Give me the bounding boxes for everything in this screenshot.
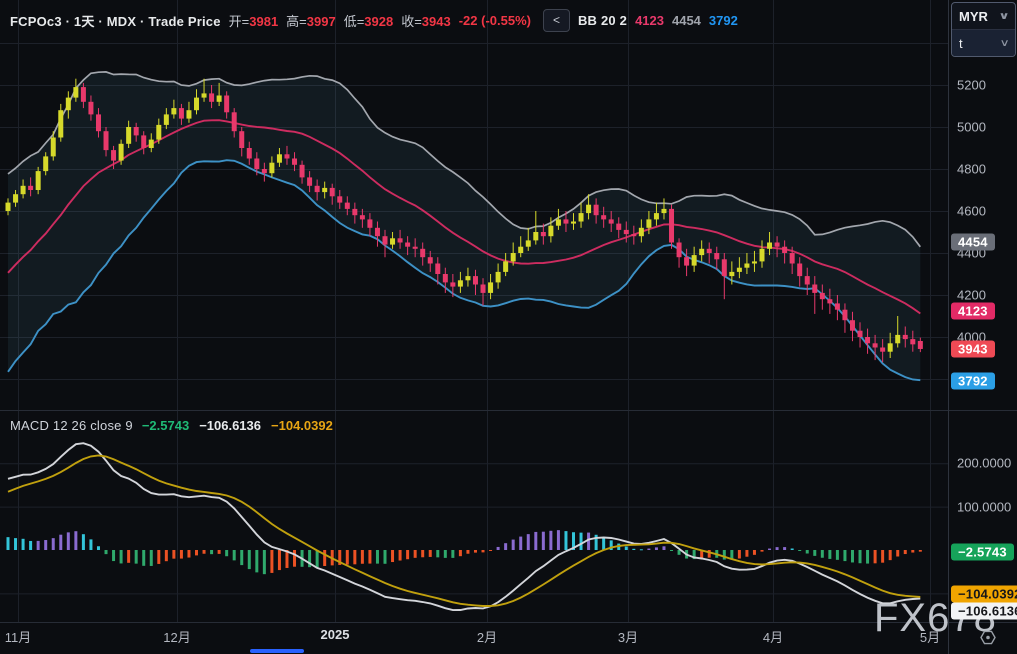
time-axis-label: 2025 <box>321 627 350 642</box>
price-axis-tick: 4800 <box>957 162 986 177</box>
symbol-title[interactable]: FCPOc3 · 1天 · MDX · Trade Price <box>10 11 221 30</box>
time-axis-label: 3月 <box>618 627 638 646</box>
price-axis-tick: 4600 <box>957 204 986 219</box>
macd-indicator-title[interactable]: MACD 12 26 close 9 <box>10 418 133 433</box>
ohlc-low: 低=3928 <box>344 11 394 30</box>
macd-value: −104.0392 <box>271 418 333 433</box>
price-axis-tick: 4200 <box>957 288 986 303</box>
time-axis-label: 2月 <box>477 627 497 646</box>
time-axis-border <box>0 622 1017 623</box>
price-label-badge: 3943 <box>951 341 995 358</box>
ohlc-close: 收=3943 <box>401 11 451 30</box>
time-axis-label: 12月 <box>163 627 190 646</box>
macd-indicator-legend: MACD 12 26 close 9 −2.5743 −106.6136 −104.… <box>10 418 333 433</box>
price-label-badge: −104.0392 <box>951 586 1017 603</box>
unit-selector-value: t <box>959 36 963 51</box>
legend-collapse-button[interactable]: < <box>543 9 570 32</box>
bb-value: 4123 <box>635 13 664 28</box>
bb-indicator-values: 4123 4454 3792 <box>635 13 738 28</box>
macd-value: −106.6136 <box>199 418 261 433</box>
chart-canvas[interactable] <box>0 0 1017 654</box>
currency-selector[interactable]: MYR ∨ <box>952 3 1015 29</box>
currency-selector-value: MYR <box>959 9 988 24</box>
macd-axis-tick: 100.0000 <box>957 499 1011 514</box>
bb-value: 3792 <box>709 13 738 28</box>
macd-axis-tick: 200.0000 <box>957 456 1011 471</box>
time-axis-label: 11月 <box>5 627 32 646</box>
pane-separator[interactable] <box>0 410 1017 411</box>
price-label-badge: 3792 <box>951 373 995 390</box>
price-label-badge: 4123 <box>951 303 995 320</box>
ohlc-open: 开=3981 <box>229 11 279 30</box>
macd-value: −2.5743 <box>142 418 189 433</box>
price-label-badge: 4454 <box>951 234 995 251</box>
price-axis-border <box>948 0 949 654</box>
axis-unit-selectors: MYR ∨ t ∨ <box>951 2 1016 57</box>
chevron-down-icon: ∨ <box>998 11 1009 22</box>
unit-selector[interactable]: t ∨ <box>952 29 1015 56</box>
bb-value: 4454 <box>672 13 701 28</box>
price-change: -22 (-0.55%) <box>459 13 531 28</box>
time-axis-label: 4月 <box>763 627 783 646</box>
horizontal-scrollbar[interactable] <box>250 649 304 653</box>
price-axis-tick: 5000 <box>957 120 986 135</box>
trading-chart-window: FCPOc3 · 1天 · MDX · Trade Price 开=3981 高… <box>0 0 1017 654</box>
bb-indicator-title[interactable]: BB 20 2 <box>578 13 627 28</box>
price-label-badge: −2.5743 <box>951 544 1014 561</box>
chevron-down-icon: ∨ <box>999 38 1009 49</box>
price-label-badge: −106.6136 <box>951 603 1017 620</box>
main-series-legend: FCPOc3 · 1天 · MDX · Trade Price 开=3981 高… <box>10 9 738 32</box>
macd-indicator-values: −2.5743 −106.6136 −104.0392 <box>142 418 333 433</box>
ohlc-high: 高=3997 <box>286 11 336 30</box>
axis-settings-gear-icon[interactable] <box>979 629 997 646</box>
price-axis-tick: 5200 <box>957 78 986 93</box>
